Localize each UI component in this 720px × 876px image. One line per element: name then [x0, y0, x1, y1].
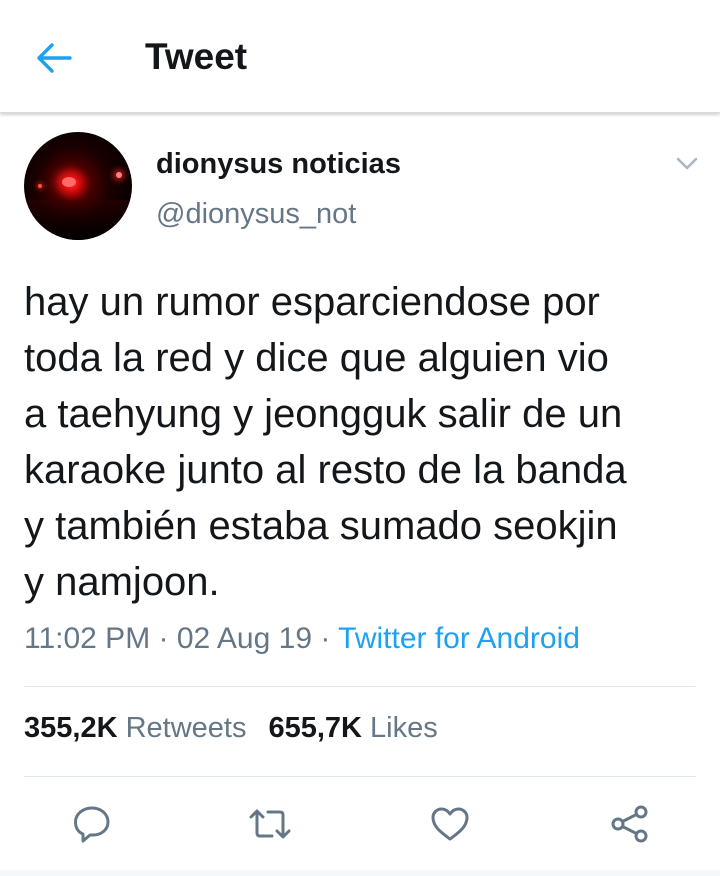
share-button[interactable] [606, 800, 654, 848]
meta-separator: · [320, 622, 331, 655]
avatar[interactable] [24, 132, 132, 240]
top-app-bar: Tweet [0, 0, 720, 113]
tweet-text-line: a taehyung y jeongguk salir de un [24, 392, 623, 436]
retweet-button[interactable] [246, 800, 294, 848]
reply-icon [74, 806, 110, 843]
tweet-text-line: karaoke junto al resto de la banda [24, 448, 627, 492]
tweet-text-line: hay un rumor esparciendose por [24, 280, 600, 324]
tweet-source-link[interactable]: Twitter for Android [338, 622, 580, 655]
tweet-text-line: y namjoon. [24, 560, 220, 604]
reply-button[interactable] [68, 800, 116, 848]
retweets-label: Retweets [125, 712, 247, 744]
retweets-count: 355,2K [24, 712, 118, 744]
page-title: Tweet [145, 36, 248, 77]
tweet-stats: 355,2K Retweets 655,7K Likes [24, 712, 438, 745]
like-heart-icon [431, 807, 469, 841]
divider [24, 686, 696, 687]
arrow-left-icon [37, 43, 72, 73]
divider [24, 776, 696, 777]
author-handle[interactable]: @dionysus_not [156, 198, 356, 231]
bottom-edge [0, 870, 720, 876]
chevron-down-icon [676, 157, 698, 170]
likes-stat[interactable]: 655,7K Likes [268, 712, 437, 744]
meta-separator: · [158, 622, 169, 655]
tweet-text: hay un rumor esparciendose por toda la r… [24, 274, 704, 610]
author-display-name[interactable]: dionysus noticias [156, 148, 401, 181]
tweet-date: 02 Aug 19 [176, 622, 313, 655]
tweet-options-button[interactable] [674, 150, 700, 176]
likes-label: Likes [370, 712, 438, 744]
tweet-time: 11:02 PM [24, 622, 151, 655]
tweet-text-line: y también estaba sumado seokjin [24, 504, 618, 548]
tweet-meta: 11:02 PM · 02 Aug 19 · Twitter for Andro… [24, 622, 580, 656]
share-icon [611, 805, 648, 843]
tweet-text-line: toda la red y dice que alguien vio [24, 336, 609, 380]
likes-count: 655,7K [268, 712, 362, 744]
like-button[interactable] [426, 800, 474, 848]
retweet-icon [249, 809, 291, 839]
back-button[interactable] [30, 34, 78, 82]
retweets-stat[interactable]: 355,2K Retweets [24, 712, 246, 744]
